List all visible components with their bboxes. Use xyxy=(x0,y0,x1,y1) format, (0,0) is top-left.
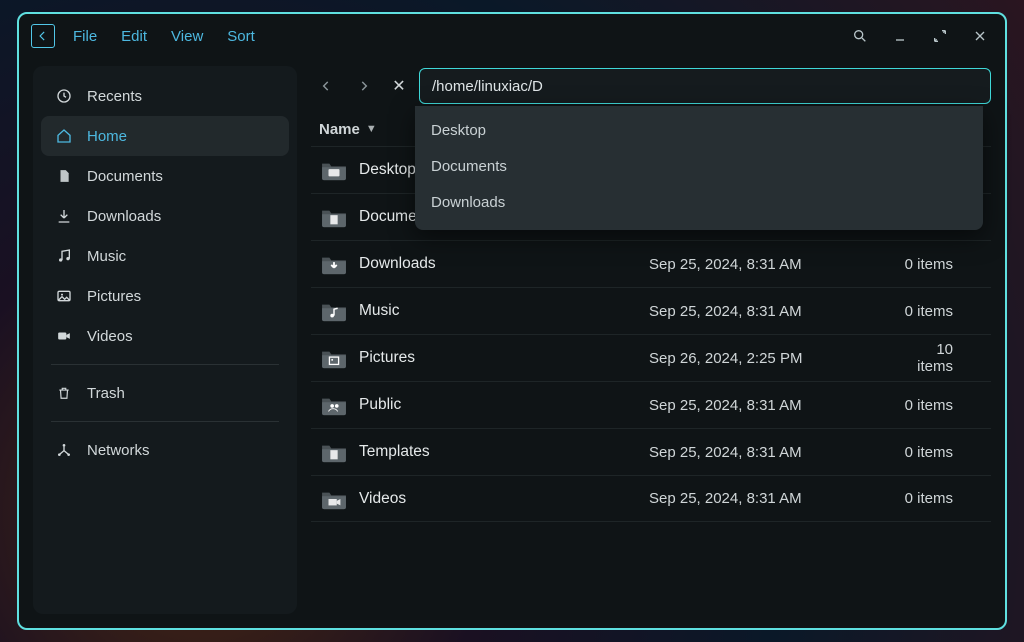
sidebar-item-recents[interactable]: Recents xyxy=(41,76,289,116)
file-row[interactable]: TemplatesSep 25, 2024, 8:31 AM0 items xyxy=(311,428,991,475)
minimize-icon[interactable] xyxy=(887,23,913,49)
sidebar-item-documents[interactable]: Documents xyxy=(41,156,289,196)
suggestion-item[interactable]: Documents xyxy=(415,148,983,184)
file-name: Templates xyxy=(359,443,649,461)
sidebar-item-label: Networks xyxy=(87,442,150,459)
file-item-count: 10 items xyxy=(899,341,983,375)
file-row[interactable]: DownloadsSep 25, 2024, 8:31 AM0 items xyxy=(311,240,991,287)
nav-back-button[interactable] xyxy=(311,71,341,101)
folder-icon xyxy=(319,158,349,182)
file-date: Sep 25, 2024, 8:31 AM xyxy=(649,444,899,461)
separator xyxy=(51,421,279,422)
file-row[interactable]: PicturesSep 26, 2024, 2:25 PM10 items xyxy=(311,334,991,381)
file-name: Videos xyxy=(359,490,649,508)
suggestion-item[interactable]: Downloads xyxy=(415,184,983,220)
sidebar-item-trash[interactable]: Trash xyxy=(41,373,289,413)
separator xyxy=(51,364,279,365)
file-row[interactable]: VideosSep 25, 2024, 8:31 AM0 items xyxy=(311,475,991,522)
file-manager-window: File Edit View Sort Recents Home xyxy=(17,12,1007,630)
file-date: Sep 26, 2024, 2:25 PM xyxy=(649,350,899,367)
file-item-count: 0 items xyxy=(899,490,983,507)
folder-icon xyxy=(319,252,349,276)
file-item-count: 0 items xyxy=(899,444,983,461)
close-path-button[interactable]: ✕ xyxy=(387,76,411,96)
sidebar-item-label: Downloads xyxy=(87,208,161,225)
image-icon xyxy=(55,288,73,304)
video-icon xyxy=(55,329,73,343)
file-row[interactable]: MusicSep 25, 2024, 8:31 AM0 items xyxy=(311,287,991,334)
folder-icon xyxy=(319,487,349,511)
menu-view[interactable]: View xyxy=(171,28,203,45)
file-row[interactable]: PublicSep 25, 2024, 8:31 AM0 items xyxy=(311,381,991,428)
sidebar-item-networks[interactable]: Networks xyxy=(41,430,289,470)
path-bar: ✕ xyxy=(311,66,991,106)
file-item-count: 0 items xyxy=(899,256,983,273)
sidebar-item-label: Pictures xyxy=(87,288,141,305)
titlebar: File Edit View Sort xyxy=(19,14,1005,58)
network-icon xyxy=(55,442,73,458)
sidebar-item-downloads[interactable]: Downloads xyxy=(41,196,289,236)
close-icon[interactable] xyxy=(967,23,993,49)
folder-icon xyxy=(319,346,349,370)
column-name: Name xyxy=(319,121,360,138)
sidebar-item-videos[interactable]: Videos xyxy=(41,316,289,356)
sidebar-item-label: Recents xyxy=(87,88,142,105)
file-name: Downloads xyxy=(359,255,649,273)
path-input[interactable] xyxy=(419,68,991,104)
trash-icon xyxy=(55,385,73,401)
sidebar-item-home[interactable]: Home xyxy=(41,116,289,156)
sidebar-item-pictures[interactable]: Pictures xyxy=(41,276,289,316)
folder-icon xyxy=(319,440,349,464)
folder-icon xyxy=(319,393,349,417)
home-icon xyxy=(55,128,73,144)
sort-desc-icon: ▼ xyxy=(366,123,377,135)
sidebar-item-label: Music xyxy=(87,248,126,265)
menu-file[interactable]: File xyxy=(73,28,97,45)
app-logo-icon xyxy=(31,24,55,48)
maximize-icon[interactable] xyxy=(927,23,953,49)
file-name: Pictures xyxy=(359,349,649,367)
music-icon xyxy=(55,248,73,264)
menu-sort[interactable]: Sort xyxy=(227,28,255,45)
main-pane: ✕ Name ▼ DesktopDocumenDownloadsSep 25, … xyxy=(311,66,991,614)
suggestion-item[interactable]: Desktop xyxy=(415,112,983,148)
file-date: Sep 25, 2024, 8:31 AM xyxy=(649,490,899,507)
clock-icon xyxy=(55,88,73,104)
file-name: Public xyxy=(359,396,649,414)
sidebar: Recents Home Documents Downloads Music P… xyxy=(33,66,297,614)
sidebar-item-label: Videos xyxy=(87,328,133,345)
file-icon xyxy=(55,168,73,184)
file-date: Sep 25, 2024, 8:31 AM xyxy=(649,256,899,273)
folder-icon xyxy=(319,205,349,229)
search-icon[interactable] xyxy=(847,23,873,49)
sidebar-item-music[interactable]: Music xyxy=(41,236,289,276)
sidebar-item-label: Trash xyxy=(87,385,125,402)
folder-icon xyxy=(319,299,349,323)
file-item-count: 0 items xyxy=(899,397,983,414)
file-date: Sep 25, 2024, 8:31 AM xyxy=(649,303,899,320)
file-name: Music xyxy=(359,302,649,320)
menu-edit[interactable]: Edit xyxy=(121,28,147,45)
file-date: Sep 25, 2024, 8:31 AM xyxy=(649,397,899,414)
path-suggestions: Desktop Documents Downloads xyxy=(415,106,983,230)
download-icon xyxy=(55,208,73,224)
sidebar-item-label: Documents xyxy=(87,168,163,185)
nav-forward-button[interactable] xyxy=(349,71,379,101)
sidebar-item-label: Home xyxy=(87,128,127,145)
menubar: File Edit View Sort xyxy=(73,28,255,45)
file-item-count: 0 items xyxy=(899,303,983,320)
